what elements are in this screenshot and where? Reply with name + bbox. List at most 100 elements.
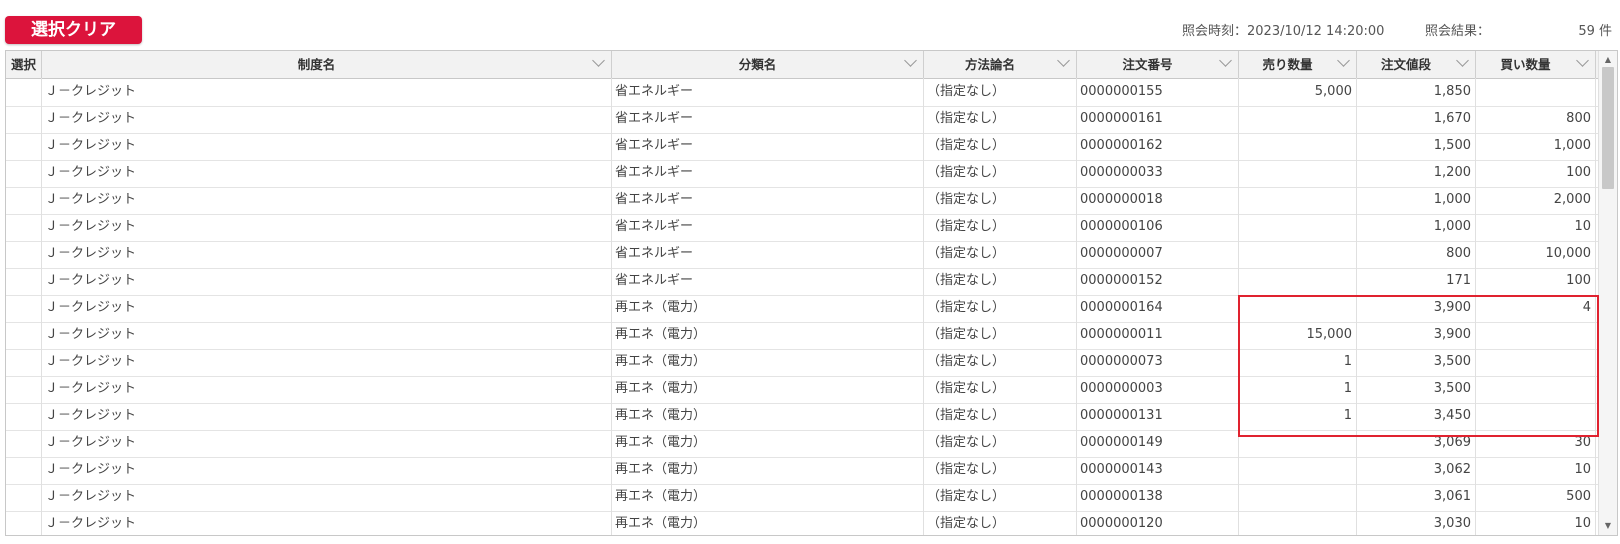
scroll-down-icon[interactable]: ▼ (1599, 519, 1617, 533)
order-price-cell: 3,450 (1357, 402, 1476, 430)
methodology-cell: （指定なし） (924, 348, 1077, 376)
scrollbar-thumb[interactable] (1602, 67, 1614, 189)
select-cell[interactable] (6, 240, 42, 268)
buy-quantity-cell: 30 (1476, 429, 1596, 457)
table-row[interactable]: Ｊ－クレジット 省エネルギー （指定なし） 0000000155 5,000 1,850 (6, 78, 1599, 107)
select-cell[interactable] (6, 321, 42, 349)
system-cell: Ｊ－クレジット (42, 348, 612, 376)
table-row[interactable]: Ｊ－クレジット 再エネ（電力） （指定なし） 0000000138 3,061 500 (6, 483, 1599, 512)
order-price-cell: 3,069 (1357, 429, 1476, 457)
select-cell[interactable] (6, 159, 42, 187)
buy-quantity-cell: 10 (1476, 456, 1596, 484)
column-header-category[interactable]: 分類名 (612, 51, 924, 78)
clear-selection-button[interactable]: 選択クリア (5, 16, 142, 44)
methodology-cell: （指定なし） (924, 267, 1077, 295)
category-cell: 省エネルギー (612, 159, 924, 187)
select-cell[interactable] (6, 132, 42, 160)
order-price-cell: 3,061 (1357, 483, 1476, 511)
select-cell[interactable] (6, 510, 42, 535)
table-row[interactable]: Ｊ－クレジット 再エネ（電力） （指定なし） 0000000120 3,030 10 (6, 510, 1599, 535)
select-cell[interactable] (6, 402, 42, 430)
table-row[interactable]: Ｊ－クレジット 再エネ（電力） （指定なし） 0000000164 3,900 4 (6, 294, 1599, 323)
table-row[interactable]: Ｊ－クレジット 再エネ（電力） （指定なし） 0000000073 1 3,500 (6, 348, 1599, 377)
chevron-down-icon[interactable] (1576, 54, 1589, 67)
select-cell[interactable] (6, 294, 42, 322)
sell-quantity-cell (1239, 483, 1357, 511)
buy-quantity-cell: 800 (1476, 105, 1596, 133)
table-row[interactable]: Ｊ－クレジット 再エネ（電力） （指定なし） 0000000149 3,069 30 (6, 429, 1599, 458)
select-cell[interactable] (6, 456, 42, 484)
scroll-up-icon[interactable]: ▲ (1599, 53, 1617, 67)
methodology-cell: （指定なし） (924, 213, 1077, 241)
buy-quantity-cell: 4 (1476, 294, 1596, 322)
select-cell[interactable] (6, 375, 42, 403)
system-cell: Ｊ－クレジット (42, 375, 612, 403)
methodology-cell: （指定なし） (924, 78, 1077, 106)
sell-quantity-cell: 1 (1239, 348, 1357, 376)
table-row[interactable]: Ｊ－クレジット 省エネルギー （指定なし） 0000000162 1,500 1,000 (6, 132, 1599, 161)
chevron-down-icon[interactable] (904, 54, 917, 67)
order-price-cell: 1,200 (1357, 159, 1476, 187)
category-cell: 再エネ（電力） (612, 510, 924, 535)
buy-quantity-cell: 10,000 (1476, 240, 1596, 268)
buy-quantity-cell: 2,000 (1476, 186, 1596, 214)
select-cell[interactable] (6, 78, 42, 106)
column-header-buy-quantity[interactable]: 買い数量 (1476, 51, 1596, 78)
sell-quantity-cell (1239, 213, 1357, 241)
category-cell: 省エネルギー (612, 213, 924, 241)
buy-quantity-cell: 500 (1476, 483, 1596, 511)
column-header-order-price[interactable]: 注文値段 (1357, 51, 1476, 78)
system-cell: Ｊ－クレジット (42, 402, 612, 430)
select-cell[interactable] (6, 348, 42, 376)
chevron-down-icon[interactable] (592, 54, 605, 67)
methodology-cell: （指定なし） (924, 429, 1077, 457)
query-result-count: 59 件 (1578, 24, 1612, 39)
category-cell: 再エネ（電力） (612, 429, 924, 457)
table-row[interactable]: Ｊ－クレジット 省エネルギー （指定なし） 0000000007 800 10,000 (6, 240, 1599, 269)
methodology-cell: （指定なし） (924, 159, 1077, 187)
order-number-cell: 0000000143 (1077, 456, 1239, 484)
select-cell[interactable] (6, 213, 42, 241)
select-cell[interactable] (6, 483, 42, 511)
system-cell: Ｊ－クレジット (42, 105, 612, 133)
order-number-cell: 0000000011 (1077, 321, 1239, 349)
column-header-methodology[interactable]: 方法論名 (924, 51, 1077, 78)
order-number-cell: 0000000162 (1077, 132, 1239, 160)
table-row[interactable]: Ｊ－クレジット 省エネルギー （指定なし） 0000000106 1,000 10 (6, 213, 1599, 242)
vertical-scrollbar[interactable]: ▲ ▼ (1598, 51, 1617, 535)
category-cell: 再エネ（電力） (612, 375, 924, 403)
table-row[interactable]: Ｊ－クレジット 省エネルギー （指定なし） 0000000152 171 100 (6, 267, 1599, 296)
table-row[interactable]: Ｊ－クレジット 再エネ（電力） （指定なし） 0000000003 1 3,500 (6, 375, 1599, 404)
methodology-cell: （指定なし） (924, 105, 1077, 133)
system-cell: Ｊ－クレジット (42, 213, 612, 241)
order-price-cell: 1,000 (1357, 186, 1476, 214)
column-header-sell-quantity[interactable]: 売り数量 (1239, 51, 1357, 78)
chevron-down-icon[interactable] (1057, 54, 1070, 67)
table-row[interactable]: Ｊ－クレジット 再エネ（電力） （指定なし） 0000000011 15,000 3,90… (6, 321, 1599, 350)
column-header-order-number[interactable]: 注文番号 (1077, 51, 1239, 78)
table-row[interactable]: Ｊ－クレジット 再エネ（電力） （指定なし） 0000000143 3,062 10 (6, 456, 1599, 485)
column-header-system[interactable]: 制度名 (42, 51, 612, 78)
chevron-down-icon[interactable] (1219, 54, 1232, 67)
system-cell: Ｊ－クレジット (42, 456, 612, 484)
table-row[interactable]: Ｊ－クレジット 再エネ（電力） （指定なし） 0000000131 1 3,450 (6, 402, 1599, 431)
table-row[interactable]: Ｊ－クレジット 省エネルギー （指定なし） 0000000161 1,670 800 (6, 105, 1599, 134)
column-header-select: 選択 (6, 51, 42, 78)
sell-quantity-cell: 1 (1239, 402, 1357, 430)
order-price-cell: 3,900 (1357, 294, 1476, 322)
select-cell[interactable] (6, 429, 42, 457)
table-row[interactable]: Ｊ－クレジット 省エネルギー （指定なし） 0000000033 1,200 100 (6, 159, 1599, 188)
order-number-cell: 0000000161 (1077, 105, 1239, 133)
category-cell: 省エネルギー (612, 267, 924, 295)
select-cell[interactable] (6, 186, 42, 214)
methodology-cell: （指定なし） (924, 132, 1077, 160)
order-number-cell: 0000000155 (1077, 78, 1239, 106)
buy-quantity-cell: 100 (1476, 267, 1596, 295)
select-cell[interactable] (6, 105, 42, 133)
select-cell[interactable] (6, 267, 42, 295)
chevron-down-icon[interactable] (1456, 54, 1469, 67)
chevron-down-icon[interactable] (1337, 54, 1350, 67)
buy-quantity-cell (1476, 78, 1596, 106)
table-row[interactable]: Ｊ－クレジット 省エネルギー （指定なし） 0000000018 1,000 2,000 (6, 186, 1599, 215)
category-cell: 再エネ（電力） (612, 456, 924, 484)
